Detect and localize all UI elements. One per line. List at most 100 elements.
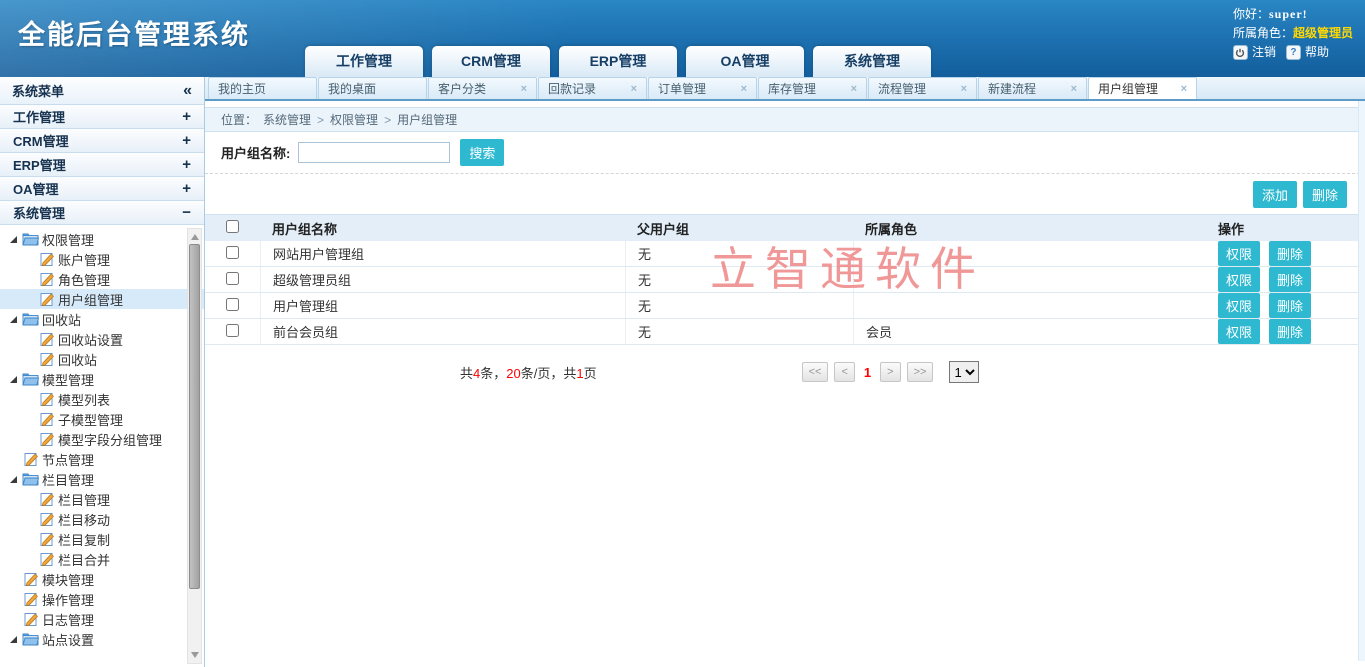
tree-item[interactable]: 模型列表 xyxy=(0,389,204,409)
tree-item[interactable]: 节点管理 xyxy=(0,449,204,469)
cell-group-name: 用户管理组 xyxy=(260,293,625,318)
page-edit-icon xyxy=(40,272,55,287)
page-select[interactable]: 1 xyxy=(949,361,979,383)
open-tab[interactable]: 回款记录× xyxy=(538,77,647,99)
row-permission-button[interactable]: 权限 xyxy=(1218,241,1260,266)
row-delete-button[interactable]: 删除 xyxy=(1269,293,1311,318)
scrollbar-thumb[interactable] xyxy=(189,244,200,589)
tree-item[interactable]: 栏目移动 xyxy=(0,509,204,529)
tree-items: 权限管理 账户管理 角色管理 用户组管理 回收站 回收站设置 回收站 模型管理 … xyxy=(0,229,204,649)
tree-item[interactable]: 站点设置 xyxy=(0,629,204,649)
close-icon[interactable]: × xyxy=(631,83,637,95)
row-permission-button[interactable]: 权限 xyxy=(1218,293,1260,318)
next-page-button[interactable]: > xyxy=(880,362,900,382)
tree-item-label: 回收站 xyxy=(58,350,97,369)
sidebar-accordion-item[interactable]: CRM管理+ xyxy=(0,129,204,153)
first-page-button[interactable]: << xyxy=(802,362,829,382)
add-button[interactable]: 添加 xyxy=(1253,181,1297,208)
open-tab[interactable]: 我的主页 xyxy=(208,77,317,99)
accordion-label: CRM管理 xyxy=(13,131,69,150)
tree-item[interactable]: 回收站 xyxy=(0,309,204,329)
page-edit-icon xyxy=(40,412,55,427)
help-link[interactable]: ? 帮助 xyxy=(1286,43,1329,62)
cell-parent-group: 无 xyxy=(625,319,853,344)
scroll-up-icon[interactable] xyxy=(191,234,199,240)
open-tab[interactable]: 用户组管理× xyxy=(1088,77,1197,99)
close-icon[interactable]: × xyxy=(961,83,967,95)
sidebar-accordion-item[interactable]: ERP管理+ xyxy=(0,153,204,177)
search-bar: 用户组名称: 搜索 xyxy=(205,132,1365,174)
nav-tab-system[interactable]: 系统管理 xyxy=(813,46,931,77)
open-tab[interactable]: 新建流程 × xyxy=(978,77,1087,99)
tree-item[interactable]: 账户管理 xyxy=(0,249,204,269)
row-delete-button[interactable]: 删除 xyxy=(1269,241,1311,266)
tree-item[interactable]: 模型字段分组管理 xyxy=(0,429,204,449)
close-icon[interactable]: × xyxy=(1181,83,1187,95)
scroll-down-icon[interactable] xyxy=(191,652,199,658)
tree-item[interactable]: 栏目复制 xyxy=(0,529,204,549)
tree-item[interactable]: 子模型管理 xyxy=(0,409,204,429)
tree-item[interactable]: 栏目合并 xyxy=(0,549,204,569)
row-delete-button[interactable]: 删除 xyxy=(1269,267,1311,292)
row-checkbox[interactable] xyxy=(226,246,239,259)
tree-item[interactable]: 栏目管理 xyxy=(0,469,204,489)
cell-parent-group: 无 xyxy=(625,241,853,266)
collapse-sidebar-icon[interactable]: « xyxy=(183,82,192,100)
open-tab[interactable]: 客户分类× xyxy=(428,77,537,99)
content-scrollbar-track[interactable] xyxy=(1358,101,1365,661)
delete-button[interactable]: 删除 xyxy=(1303,181,1347,208)
close-icon[interactable]: × xyxy=(521,83,527,95)
nav-tab-oa[interactable]: OA管理 xyxy=(686,46,804,77)
tree-item[interactable]: 模型管理 xyxy=(0,369,204,389)
open-tab[interactable]: 订单管理× xyxy=(648,77,757,99)
sidebar-accordion-item[interactable]: 工作管理+ xyxy=(0,105,204,129)
tree-item[interactable]: 日志管理 xyxy=(0,609,204,629)
nav-tab-crm[interactable]: CRM管理 xyxy=(432,46,550,77)
cell-group-name: 前台会员组 xyxy=(260,319,625,344)
cell-group-name: 超级管理员组 xyxy=(260,267,625,292)
close-icon[interactable]: × xyxy=(1071,83,1077,95)
tree-item[interactable]: 权限管理 xyxy=(0,229,204,249)
row-permission-button[interactable]: 权限 xyxy=(1218,319,1260,344)
tree-item-label: 回收站设置 xyxy=(58,330,123,349)
row-checkbox[interactable] xyxy=(226,324,239,337)
app-header: 全能后台管理系统 你好： super! 所属角色： 超级管理员 注销 ? 帮助 … xyxy=(0,0,1365,77)
power-icon xyxy=(1233,45,1248,60)
sidebar-scrollbar[interactable] xyxy=(187,228,202,664)
close-icon[interactable]: × xyxy=(851,83,857,95)
open-tab[interactable]: 流程管理× xyxy=(868,77,977,99)
row-checkbox[interactable] xyxy=(226,298,239,311)
nav-tab-work[interactable]: 工作管理 xyxy=(305,46,423,77)
main-content: 我的主页我的桌面客户分类×回款记录×订单管理×库存管理×流程管理×新建流程×用户… xyxy=(205,77,1365,667)
tree-item[interactable]: 栏目管理 xyxy=(0,489,204,509)
row-permission-button[interactable]: 权限 xyxy=(1218,267,1260,292)
cell-parent-group: 无 xyxy=(625,267,853,292)
row-checkbox[interactable] xyxy=(226,272,239,285)
expanded-caret-icon xyxy=(10,376,17,383)
tree-item-label: 栏目移动 xyxy=(58,510,110,529)
folder-icon xyxy=(22,472,39,486)
open-tab[interactable]: 我的桌面 xyxy=(318,77,427,99)
accordion-label: 系统管理 xyxy=(13,203,65,222)
search-button[interactable]: 搜索 xyxy=(460,139,504,166)
logout-link[interactable]: 注销 xyxy=(1233,43,1276,62)
open-tab[interactable]: 库存管理× xyxy=(758,77,867,99)
tree-item[interactable]: 回收站设置 xyxy=(0,329,204,349)
tree-item[interactable]: 操作管理 xyxy=(0,589,204,609)
tree-item[interactable]: 角色管理 xyxy=(0,269,204,289)
sidebar-accordion-item[interactable]: OA管理+ xyxy=(0,177,204,201)
prev-page-button[interactable]: < xyxy=(834,362,854,382)
row-delete-button[interactable]: 删除 xyxy=(1269,319,1311,344)
tree-item[interactable]: 用户组管理 xyxy=(0,289,204,309)
tree-item[interactable]: 模块管理 xyxy=(0,569,204,589)
row-checkbox-cell xyxy=(205,298,260,314)
group-name-input[interactable] xyxy=(298,142,450,163)
open-tab-label: 新建流程 xyxy=(988,80,1036,97)
close-icon[interactable]: × xyxy=(741,83,747,95)
nav-tab-erp[interactable]: ERP管理 xyxy=(559,46,677,77)
sidebar-accordion-item[interactable]: 系统管理− xyxy=(0,201,204,225)
tree-item[interactable]: 回收站 xyxy=(0,349,204,369)
tree-item-label: 栏目管理 xyxy=(42,470,94,489)
last-page-button[interactable]: >> xyxy=(907,362,934,382)
select-all-checkbox[interactable] xyxy=(226,220,239,233)
